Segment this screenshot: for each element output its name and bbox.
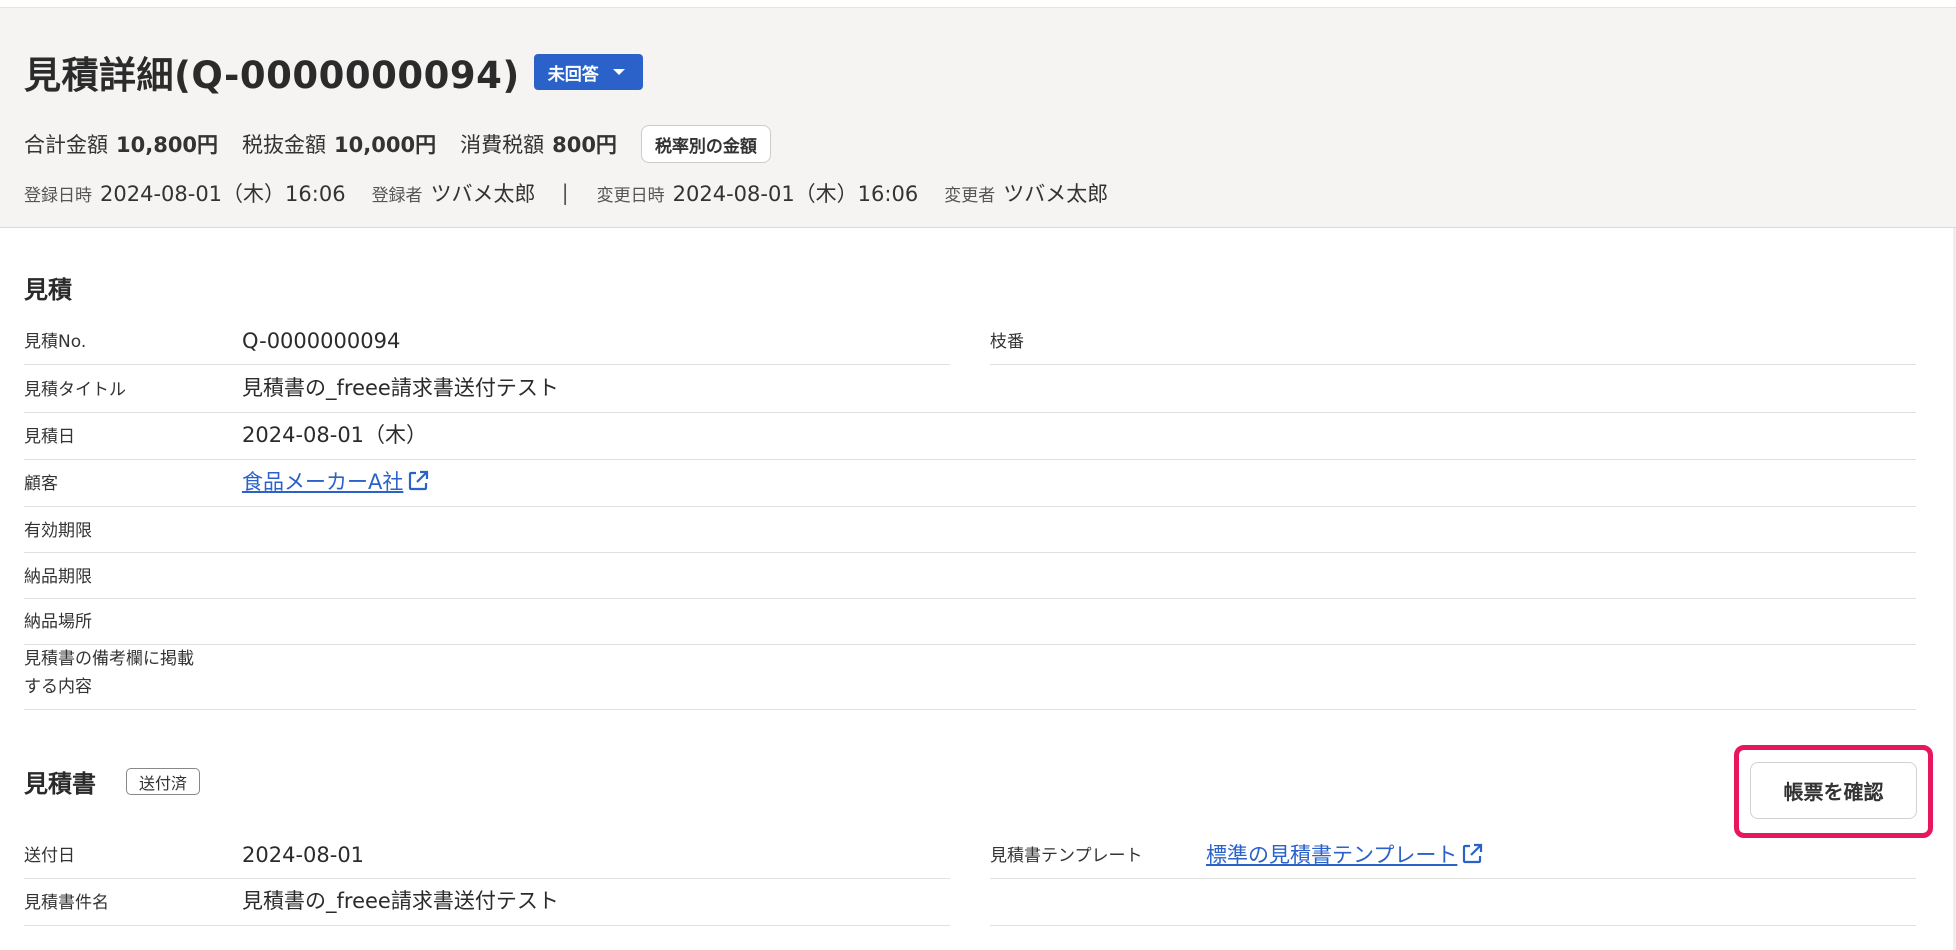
tax-breakdown-button[interactable]: 税率別の金額 xyxy=(640,125,771,163)
meta-separator: | xyxy=(561,181,569,205)
tax-amount-value: 800円 xyxy=(552,133,617,157)
quote-date-label: 見積日 xyxy=(24,427,75,447)
updated-at-label: 変更日時 xyxy=(596,185,665,206)
row-divider xyxy=(24,506,1916,507)
sent-date-value: 2024-08-01 xyxy=(242,843,365,867)
quote-title-value: 見積書の_freee請求書送付テスト xyxy=(242,376,559,400)
pretax-amount-value: 10,000円 xyxy=(334,133,437,157)
row-divider xyxy=(24,598,1916,599)
tax-amount-label: 消費税額 xyxy=(460,133,545,157)
confirm-document-button[interactable]: 帳票を確認 xyxy=(1750,762,1917,819)
created-by-value: ツバメ太郎 xyxy=(430,182,536,206)
quote-section-title: 見積 xyxy=(24,276,72,304)
row-divider xyxy=(990,364,1916,365)
amount-summary: 合計金額 10,800円 税抜金額 10,000円 消費税額 800円 税率別の… xyxy=(24,124,771,164)
sent-status-badge: 送付済 xyxy=(126,768,201,795)
quote-title-label: 見積タイトル xyxy=(24,380,126,400)
branch-number-label: 枝番 xyxy=(990,332,1024,352)
document-name-value: 見積書の_freee請求書送付テスト xyxy=(242,889,559,913)
template-link[interactable]: 標準の見積書テンプレート xyxy=(1206,843,1457,867)
customer-link-wrap: 食品メーカーA社 xyxy=(242,467,430,497)
status-dropdown-label: 未回答 xyxy=(547,64,599,85)
updated-by-value: ツバメ太郎 xyxy=(1003,182,1109,206)
template-label: 見積書テンプレート xyxy=(990,846,1143,866)
status-dropdown[interactable]: 未回答 xyxy=(533,54,643,90)
page-title: 見積詳細(Q-0000000094) xyxy=(24,54,520,97)
page-header: 見積詳細(Q-0000000094) 未回答 合計金額 10,800円 税抜金額… xyxy=(0,8,1956,228)
document-section-title: 見積書 xyxy=(24,770,96,798)
expiry-label: 有効期限 xyxy=(24,521,92,541)
page-title-row: 見積詳細(Q-0000000094) 未回答 xyxy=(24,42,643,102)
delivery-place-label: 納品場所 xyxy=(24,612,92,632)
template-link-wrap: 標準の見積書テンプレート xyxy=(1206,840,1484,870)
created-at-label: 登録日時 xyxy=(24,185,92,206)
caret-down-icon xyxy=(612,69,625,75)
remarks-label-line1: 見積書の備考欄に掲載 xyxy=(24,649,194,669)
top-border xyxy=(0,0,1956,8)
updated-at-value: 2024-08-01（木）16:06 xyxy=(672,182,919,206)
remarks-label-line2: する内容 xyxy=(24,677,92,697)
total-amount-label: 合計金額 xyxy=(24,133,108,157)
row-divider xyxy=(24,459,1916,460)
updated-by-label: 変更者 xyxy=(944,185,996,206)
row-divider xyxy=(24,364,950,365)
document-name-label: 見積書件名 xyxy=(24,893,109,913)
row-divider xyxy=(24,552,1916,553)
quote-date-value: 2024-08-01（木） xyxy=(242,423,428,447)
row-divider xyxy=(24,709,1916,710)
row-divider xyxy=(24,878,950,879)
quote-number-label: 見積No. xyxy=(24,332,87,352)
customer-link[interactable]: 食品メーカーA社 xyxy=(242,470,403,494)
pretax-amount-label: 税抜金額 xyxy=(242,133,327,157)
created-by-label: 登録者 xyxy=(371,185,423,206)
external-link-icon[interactable] xyxy=(406,469,430,493)
row-divider xyxy=(990,878,1916,879)
customer-label: 顧客 xyxy=(24,474,58,494)
total-amount-value: 10,800円 xyxy=(116,133,219,157)
quote-number-value: Q-0000000094 xyxy=(242,329,401,353)
record-meta: 登録日時 2024-08-01（木）16:06 登録者 ツバメ太郎 | 変更日時… xyxy=(24,176,1134,210)
external-link-icon[interactable] xyxy=(1460,842,1484,866)
created-at-value: 2024-08-01（木）16:06 xyxy=(100,182,346,206)
row-divider xyxy=(24,925,950,926)
row-divider xyxy=(24,412,1916,413)
row-divider xyxy=(990,925,1916,926)
sent-date-label: 送付日 xyxy=(24,846,75,866)
delivery-deadline-label: 納品期限 xyxy=(24,567,92,587)
row-divider xyxy=(24,644,1916,645)
